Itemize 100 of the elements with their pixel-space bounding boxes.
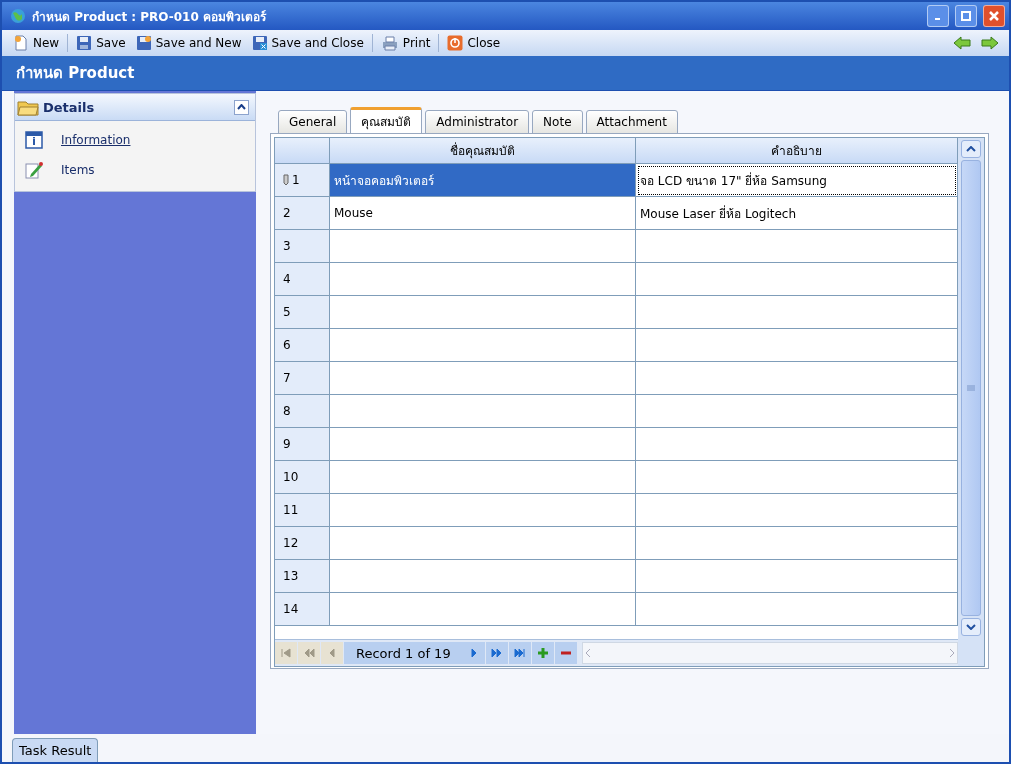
horizontal-scrollbar[interactable] (581, 642, 958, 664)
toolbar-button[interactable]: Save and Close (246, 33, 369, 53)
table-cell[interactable] (636, 263, 958, 296)
row-header[interactable]: 6 (275, 329, 330, 362)
plus-icon (536, 647, 549, 659)
table-cell[interactable] (636, 494, 958, 527)
row-number: 5 (283, 305, 291, 319)
nav-button[interactable] (321, 642, 343, 664)
table-cell[interactable] (330, 527, 636, 560)
table-cell[interactable] (330, 296, 636, 329)
table-cell[interactable] (330, 395, 636, 428)
row-number: 6 (283, 338, 291, 352)
table-cell[interactable] (636, 527, 958, 560)
row-header[interactable]: 9 (275, 428, 330, 461)
tab[interactable]: Administrator (425, 110, 530, 134)
folder-icon (17, 98, 39, 116)
column-header[interactable]: ชื่อคุณสมบัติ (330, 138, 636, 164)
toolbar-button[interactable]: Save and New (130, 33, 247, 53)
info-icon (25, 131, 43, 149)
table-cell[interactable] (330, 494, 636, 527)
table-cell[interactable]: Mouse Laser ยี่ห้อ Logitech (636, 197, 958, 230)
sidebar-link[interactable]: Information (15, 125, 255, 155)
document-icon (13, 35, 29, 51)
toolbar-button[interactable]: Save (71, 33, 131, 53)
row-number: 11 (283, 503, 299, 517)
edit-icon (25, 161, 43, 179)
table-cell[interactable] (330, 461, 636, 494)
toolbar-button[interactable]: Close (442, 33, 506, 53)
row-number: 7 (283, 371, 291, 385)
row-header[interactable]: 10 (275, 461, 330, 494)
row-header[interactable]: 2 (275, 197, 330, 230)
close-icon (989, 11, 999, 21)
vertical-scrollbar[interactable] (958, 138, 984, 666)
row-number: 9 (283, 437, 291, 451)
row-header[interactable]: 8 (275, 395, 330, 428)
nav-button[interactable] (462, 642, 485, 664)
scroll-down-button[interactable] (961, 618, 981, 636)
scroll-up-button[interactable] (961, 140, 981, 158)
table-cell[interactable] (330, 593, 636, 626)
table-cell[interactable] (636, 461, 958, 494)
table-cell[interactable] (636, 362, 958, 395)
row-header[interactable]: 13 (275, 560, 330, 593)
row-header[interactable]: 4 (275, 263, 330, 296)
tab[interactable]: Task Result (12, 738, 99, 762)
table-cell[interactable] (636, 329, 958, 362)
row-number: 14 (283, 602, 299, 616)
row-number: 1 (292, 173, 300, 187)
table-cell[interactable] (636, 395, 958, 428)
minimize-button[interactable] (927, 5, 949, 27)
remove-button[interactable] (554, 642, 577, 664)
row-header[interactable]: 7 (275, 362, 330, 395)
toolbar-button[interactable]: Print (375, 33, 436, 53)
row-header[interactable]: 11 (275, 494, 330, 527)
row-header[interactable]: 1 (275, 164, 330, 197)
close-button[interactable] (983, 5, 1005, 27)
table-cell[interactable] (636, 296, 958, 329)
column-header[interactable]: คำอธิบาย (636, 138, 958, 164)
toolbar-button[interactable]: New (8, 33, 65, 53)
table-cell[interactable] (330, 329, 636, 362)
maximize-button[interactable] (955, 5, 977, 27)
table-cell[interactable]: Mouse (330, 197, 636, 230)
power-icon (447, 35, 464, 51)
nav-button[interactable] (298, 642, 320, 664)
tab[interactable]: Attachment (585, 110, 678, 134)
forward-arrow-icon[interactable] (981, 36, 999, 50)
nav-button[interactable] (485, 642, 508, 664)
row-header[interactable]: 12 (275, 527, 330, 560)
table-cell[interactable] (330, 230, 636, 263)
printer-icon (380, 35, 399, 51)
row-header[interactable]: 3 (275, 230, 330, 263)
row-header[interactable]: 14 (275, 593, 330, 626)
tab[interactable]: คุณสมบัติ (350, 107, 423, 134)
table-cell[interactable]: หน้าจอคอมพิวเตอร์ (330, 164, 636, 197)
tab[interactable]: General (278, 110, 348, 134)
table-cell[interactable] (330, 428, 636, 461)
row-number: 2 (283, 206, 291, 220)
table-cell[interactable] (636, 230, 958, 263)
arrow-icon (490, 647, 503, 659)
sidebar-link[interactable]: Items (15, 155, 255, 185)
scroll-thumb[interactable] (961, 160, 981, 616)
window-title: กำหนด Product : PRO-010 คอมพิวเตอร์ (32, 8, 268, 26)
table-cell[interactable] (330, 560, 636, 593)
nav-button[interactable] (275, 642, 297, 664)
nav-button[interactable] (508, 642, 531, 664)
pencil-icon (283, 174, 289, 186)
table-cell[interactable] (636, 560, 958, 593)
record-count: Record 1 of 19 (344, 642, 463, 664)
table-cell[interactable] (330, 362, 636, 395)
row-number: 12 (283, 536, 299, 550)
table-cell[interactable]: จอ LCD ขนาด 17" ยี่ห้อ Samsung (636, 164, 958, 197)
tab[interactable]: Note (532, 110, 583, 134)
back-arrow-icon[interactable] (953, 36, 971, 50)
add-button[interactable] (531, 642, 554, 664)
row-header[interactable]: 5 (275, 296, 330, 329)
row-number: 4 (283, 272, 291, 286)
table-cell[interactable] (636, 593, 958, 626)
table-cell[interactable] (330, 263, 636, 296)
table-cell[interactable] (636, 428, 958, 461)
collapse-button[interactable] (234, 99, 249, 115)
panel-title: Details (43, 99, 96, 115)
